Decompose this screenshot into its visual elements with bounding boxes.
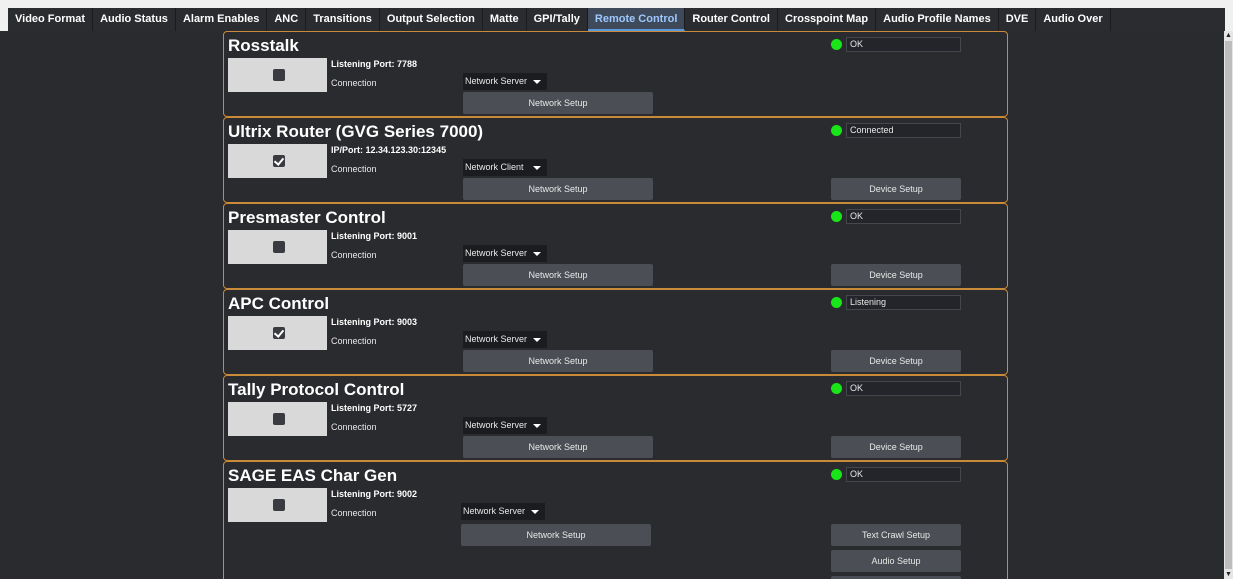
network-setup-button[interactable]: Network Setup <box>463 264 653 286</box>
tab-remote-control[interactable]: Remote Control <box>587 8 686 31</box>
connection-label: Connection <box>331 422 377 432</box>
enable-toggle[interactable] <box>228 58 327 92</box>
connection-label: Connection <box>331 164 377 174</box>
status-field: OK <box>846 381 961 396</box>
connection-value: Network Server <box>465 420 528 430</box>
connection-select[interactable]: Network Client <box>463 159 547 176</box>
status-field: Listening <box>846 295 961 310</box>
panel-rosstalk: Rosstalk Listening Port: 7788 Connection… <box>223 31 1008 117</box>
status-led-icon <box>831 125 842 136</box>
tab-gpi-tally[interactable]: GPI/Tally <box>527 8 588 31</box>
chevron-down-icon <box>533 80 541 84</box>
port-label: Listening Port: 9001 <box>331 231 418 241</box>
tab-audio-profile-names[interactable]: Audio Profile Names <box>876 8 999 31</box>
panel-tally-protocol-control: Tally Protocol Control Listening Port: 5… <box>223 375 1008 461</box>
tab-transitions[interactable]: Transitions <box>306 8 380 31</box>
panel-title: Rosstalk <box>228 36 299 55</box>
port-label: Listening Port: 9002 <box>331 489 418 499</box>
device-setup-button[interactable]: Device Setup <box>831 350 961 372</box>
status-led-icon <box>831 469 842 480</box>
connection-label: Connection <box>331 508 377 518</box>
tab-video-format[interactable]: Video Format <box>8 8 94 31</box>
vertical-scrollbar[interactable]: ▲ ▼ <box>1224 31 1233 579</box>
tab-anc[interactable]: ANC <box>267 8 307 31</box>
panel-ultrix-router: Ultrix Router (GVG Series 7000) IP/Port:… <box>223 117 1008 203</box>
panel-sage-eas-char-gen: SAGE EAS Char Gen Listening Port: 9002 C… <box>223 461 1008 579</box>
panel-title: Presmaster Control <box>228 208 386 227</box>
enable-toggle[interactable] <box>228 230 327 264</box>
connection-value: Network Server <box>465 76 528 86</box>
port-label: Listening Port: 7788 <box>331 59 418 69</box>
enable-toggle[interactable] <box>228 144 327 178</box>
tab-matte[interactable]: Matte <box>483 8 527 31</box>
connection-value: Network Server <box>463 506 526 516</box>
enable-checkbox[interactable] <box>273 327 285 339</box>
enable-checkbox[interactable] <box>273 241 285 253</box>
tab-dve[interactable]: DVE <box>999 8 1037 31</box>
connection-select[interactable]: Network Server <box>463 331 547 348</box>
enable-toggle[interactable] <box>228 316 327 350</box>
device-setup-button[interactable]: Device Setup <box>831 264 961 286</box>
connection-label: Connection <box>331 250 377 260</box>
network-setup-button[interactable]: Network Setup <box>463 178 653 200</box>
enable-checkbox[interactable] <box>273 413 285 425</box>
panel-title: APC Control <box>228 294 330 313</box>
tab-crosspoint-map[interactable]: Crosspoint Map <box>778 8 877 31</box>
tab-output-selection[interactable]: Output Selection <box>380 8 483 31</box>
status-field: OK <box>846 209 961 224</box>
status-led-icon <box>831 383 842 394</box>
device-setup-button[interactable]: Device Setup <box>831 178 961 200</box>
connection-select[interactable]: Network Server <box>463 417 547 434</box>
enable-checkbox[interactable] <box>273 155 285 167</box>
status-led-icon <box>831 297 842 308</box>
chevron-down-icon <box>533 166 541 170</box>
panel-apc-control: APC Control Listening Port: 9003 Connect… <box>223 289 1008 375</box>
connection-value: Network Server <box>465 248 528 258</box>
status-led-icon <box>831 211 842 222</box>
scroll-up-arrow-icon[interactable]: ▲ <box>1224 31 1233 40</box>
enable-toggle[interactable] <box>228 488 327 522</box>
panel-title: Tally Protocol Control <box>228 380 405 399</box>
chevron-down-icon <box>531 510 539 514</box>
port-label: Listening Port: 9003 <box>331 317 418 327</box>
remote-control-content: Rosstalk Listening Port: 7788 Connection… <box>0 31 1224 579</box>
scroll-down-arrow-icon[interactable]: ▼ <box>1224 570 1233 579</box>
network-setup-button[interactable]: Network Setup <box>463 350 653 372</box>
status-led-icon <box>831 39 842 50</box>
port-label: IP/Port: 12.34.123.30:12345 <box>331 145 447 155</box>
audio-setup-button[interactable]: Audio Setup <box>831 550 961 572</box>
connection-select[interactable]: Network Server <box>463 73 547 90</box>
chevron-down-icon <box>533 252 541 256</box>
status-field: OK <box>846 37 961 52</box>
connection-select[interactable]: Network Server <box>463 245 547 262</box>
panel-title: SAGE EAS Char Gen <box>228 466 398 485</box>
connection-value: Network Server <box>465 334 528 344</box>
panel-presmaster-control: Presmaster Control Listening Port: 9001 … <box>223 203 1008 289</box>
network-setup-button[interactable]: Network Setup <box>461 524 651 546</box>
enable-checkbox[interactable] <box>273 69 285 81</box>
tab-alarm-enables[interactable]: Alarm Enables <box>176 8 268 31</box>
chevron-down-icon <box>533 424 541 428</box>
tab-bar: Video Format Audio Status Alarm Enables … <box>0 0 1233 31</box>
status-field: Connected <box>846 123 961 138</box>
tab-audio-status[interactable]: Audio Status <box>93 8 176 31</box>
connection-label: Connection <box>331 78 377 88</box>
device-setup-button[interactable]: Device Setup <box>831 436 961 458</box>
network-setup-button[interactable]: Network Setup <box>463 92 653 114</box>
network-setup-button[interactable]: Network Setup <box>463 436 653 458</box>
tab-router-control[interactable]: Router Control <box>685 8 778 31</box>
status-field: OK <box>846 467 961 482</box>
tab-audio-over[interactable]: Audio Over <box>1036 8 1111 31</box>
chevron-down-icon <box>533 338 541 342</box>
scrollbar-thumb[interactable] <box>1225 41 1232 569</box>
text-crawl-setup-button[interactable]: Text Crawl Setup <box>831 524 961 546</box>
connection-value: Network Client <box>465 162 524 172</box>
connection-label: Connection <box>331 336 377 346</box>
enable-checkbox[interactable] <box>273 499 285 511</box>
port-label: Listening Port: 5727 <box>331 403 418 413</box>
tab-strip: Video Format Audio Status Alarm Enables … <box>8 8 1225 31</box>
enable-toggle[interactable] <box>228 402 327 436</box>
panel-title: Ultrix Router (GVG Series 7000) <box>228 122 484 141</box>
connection-select[interactable]: Network Server <box>461 503 545 520</box>
